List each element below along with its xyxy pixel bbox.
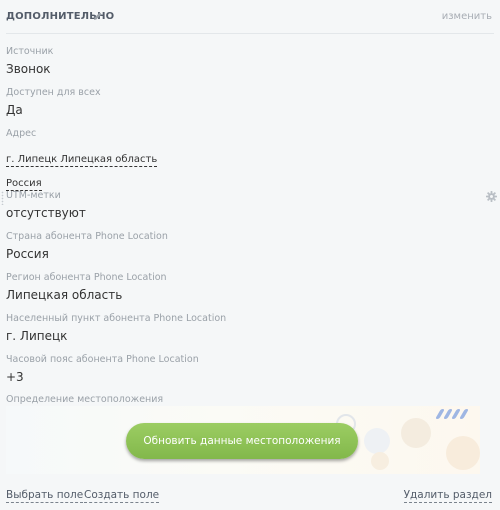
address-country-link[interactable]: Россия [6, 177, 42, 191]
field-source: Источник Звонок [6, 46, 53, 77]
field-label: Адрес [6, 128, 37, 139]
field-label: UTM-метки [6, 190, 61, 201]
address-line-link[interactable]: г. Липецк Липецкая область [6, 153, 158, 167]
drag-handle-icon[interactable] [1, 191, 4, 205]
field-value: +3 [6, 370, 24, 384]
field-utm: UTM-метки отсутствуют [6, 190, 86, 221]
field-label: Доступен для всех [6, 87, 101, 98]
field-label: Регион абонента Phone Location [6, 272, 167, 283]
section-header: ДОПОЛНИТЕЛЬНО изменить [6, 8, 494, 34]
field-value: Россия [6, 247, 49, 261]
field-address: Адрес г. Липецк Липецкая область Россия [6, 128, 158, 191]
field-region: Регион абонента Phone Location Липецкая … [6, 272, 167, 303]
field-value: г. Липецк [6, 329, 68, 343]
decor-circle [446, 436, 480, 470]
field-value: Липецкая область [6, 288, 123, 302]
field-timezone: Часовой пояс абонента Phone Location +3 [6, 354, 199, 385]
field-label: Часовой пояс абонента Phone Location [6, 354, 199, 365]
field-value: отсутствуют [6, 206, 86, 220]
delete-section-link[interactable]: Удалить раздел [403, 489, 492, 503]
field-city: Населенный пункт абонента Phone Location… [6, 313, 226, 344]
pencil-icon[interactable] [93, 11, 103, 21]
update-location-button[interactable]: Обновить данные местоположения [126, 423, 358, 459]
decor-circle [371, 452, 389, 470]
create-field-link[interactable]: Создать поле [84, 489, 160, 503]
select-field-link[interactable]: Выбрать поле [6, 489, 84, 503]
decor-circle [364, 428, 390, 454]
field-geolocation: Определение местоположения [6, 394, 163, 406]
edit-section-link[interactable]: изменить [442, 11, 492, 22]
field-available: Доступен для всех Да [6, 87, 101, 118]
field-value: Да [6, 103, 23, 117]
field-country: Страна абонента Phone Location Россия [6, 231, 168, 262]
decor-circle [401, 418, 431, 448]
field-label: Источник [6, 46, 54, 57]
field-label: Страна абонента Phone Location [6, 231, 168, 242]
field-value: Звонок [6, 62, 51, 76]
field-label: Определение местоположения [6, 394, 164, 405]
additional-section: ДОПОЛНИТЕЛЬНО изменить Источник Звонок Д… [0, 0, 500, 510]
gear-icon[interactable] [486, 191, 497, 202]
decor-stripe [459, 409, 469, 419]
field-label: Населенный пункт абонента Phone Location [6, 313, 227, 324]
